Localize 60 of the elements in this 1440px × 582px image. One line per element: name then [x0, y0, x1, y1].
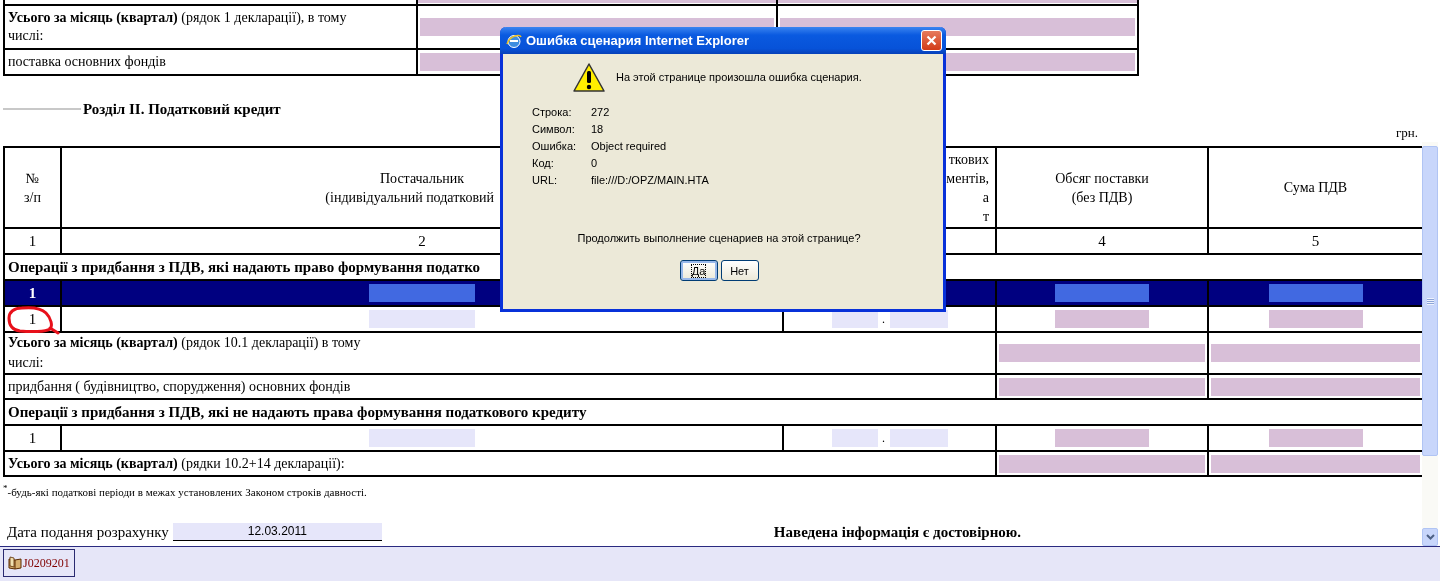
- book-icon: [8, 556, 22, 570]
- dialog-button[interactable]: Да: [679, 260, 718, 281]
- column-number: 1: [4, 228, 61, 254]
- scrollbar-thumb[interactable]: [1422, 146, 1438, 456]
- column-header: № з/п: [4, 147, 61, 228]
- separator-dot: .: [881, 311, 886, 327]
- detail-value: 18: [591, 123, 605, 136]
- total-field[interactable]: [1211, 344, 1420, 362]
- error-message: На этой странице произошла ошибка сценария.: [616, 71, 862, 83]
- close-icon: [926, 35, 937, 46]
- browser-icon: [506, 32, 522, 49]
- separator-dot: .: [881, 430, 886, 446]
- row-number: 1: [4, 425, 61, 451]
- window-tab[interactable]: J0209201: [3, 549, 75, 577]
- group-heading: Операції з придбання з ПДВ, які не надають права формування податкового кредиту: [4, 399, 1423, 425]
- detail-label: Строка:: [532, 106, 573, 119]
- column-number: 4: [996, 228, 1208, 254]
- total-field[interactable]: [1268, 429, 1363, 447]
- detail-value: 272: [591, 106, 611, 119]
- detail-label: URL:: [532, 174, 559, 187]
- scrollbar[interactable]: [1422, 142, 1438, 546]
- input-field[interactable]: [1268, 284, 1363, 302]
- currency-label: грн.: [1395, 125, 1418, 142]
- detail-label: Символ:: [532, 123, 576, 136]
- total-field[interactable]: [1211, 454, 1420, 473]
- close-button[interactable]: [921, 30, 942, 51]
- total-field[interactable]: [999, 377, 1205, 396]
- detail-label: Код:: [532, 157, 555, 170]
- window-title: Ошибка сценария Internet Explorer: [526, 33, 750, 48]
- total-field[interactable]: [999, 344, 1205, 362]
- total-field[interactable]: [1268, 310, 1363, 328]
- input-field[interactable]: [831, 429, 878, 447]
- date-label: Дата подання розрахунку: [7, 523, 169, 541]
- detail-value: 0: [591, 157, 599, 170]
- row-label: Усього за місяць (квартал) (рядок 10.1 декларації) в тому числі:: [8, 334, 362, 372]
- total-field[interactable]: [1055, 429, 1149, 447]
- scroll-down-button[interactable]: [1422, 528, 1438, 546]
- column-header: Обсяг поставки (без ПДВ): [996, 147, 1208, 228]
- input-field[interactable]: [369, 310, 475, 328]
- detail-value: file:///D:/OPZ/MAIN.HTA: [591, 174, 710, 187]
- dialog-button[interactable]: Нет: [720, 260, 759, 281]
- date-field[interactable]: 12.03.2011: [172, 523, 382, 541]
- total-field[interactable]: [1055, 310, 1149, 328]
- footnote: $^{*}$-будь-які податкові періоди в межах установлених Законом строків давності.: [3, 483, 368, 500]
- total-field[interactable]: [999, 454, 1205, 473]
- row-label: Усього за місяць (квартал) (рядки 10.2+14 декларації):: [8, 454, 346, 473]
- row-number: 1: [4, 280, 61, 306]
- input-field[interactable]: [369, 429, 475, 447]
- input-field[interactable]: [369, 284, 475, 302]
- row-label: придбання ( будівництво, спорудження) основних фондів: [8, 377, 352, 396]
- input-field[interactable]: [889, 429, 948, 447]
- chevron-down-icon: [1425, 534, 1435, 540]
- section-title: Розділ ІІ. Податковий кредит: [83, 100, 281, 118]
- warning-icon: [572, 61, 606, 93]
- row-label: Усього за місяць (квартал) (рядок 1 декларації), в тому числі:: [8, 9, 348, 45]
- input-field[interactable]: [1055, 284, 1149, 302]
- row-number: 1: [4, 306, 61, 332]
- confirmation-text: Наведена інформація є достовірною.: [773, 523, 1022, 541]
- total-field[interactable]: [1211, 377, 1420, 396]
- row-label: поставка основних фондів: [8, 53, 167, 71]
